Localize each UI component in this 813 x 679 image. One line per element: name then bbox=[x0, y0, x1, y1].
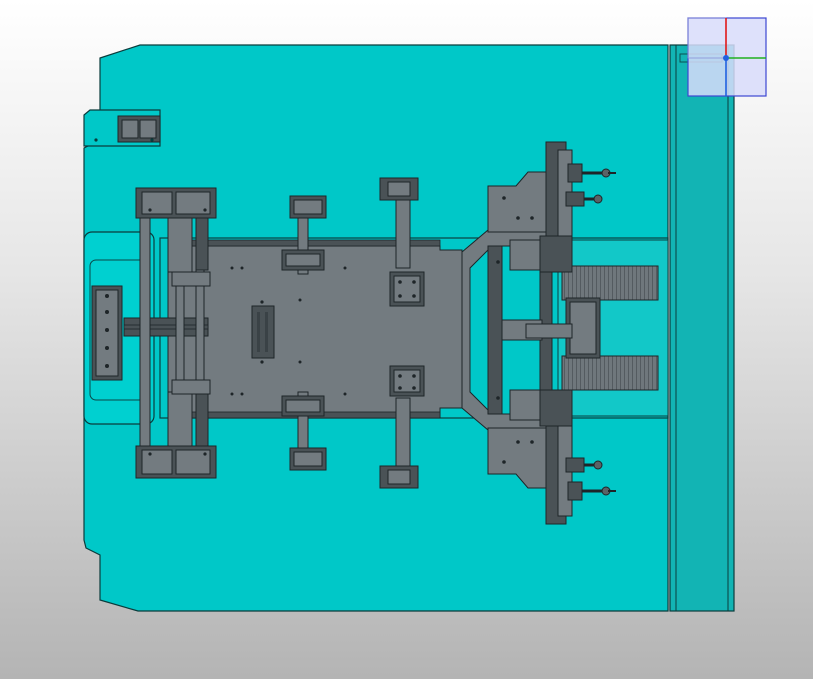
origin-icon bbox=[723, 55, 729, 61]
left-locator-block bbox=[91, 285, 123, 381]
side-rail bbox=[669, 44, 735, 612]
view-cube[interactable] bbox=[687, 17, 767, 97]
cad-viewport[interactable] bbox=[0, 0, 813, 679]
fixture-drawing[interactable] bbox=[0, 0, 813, 679]
